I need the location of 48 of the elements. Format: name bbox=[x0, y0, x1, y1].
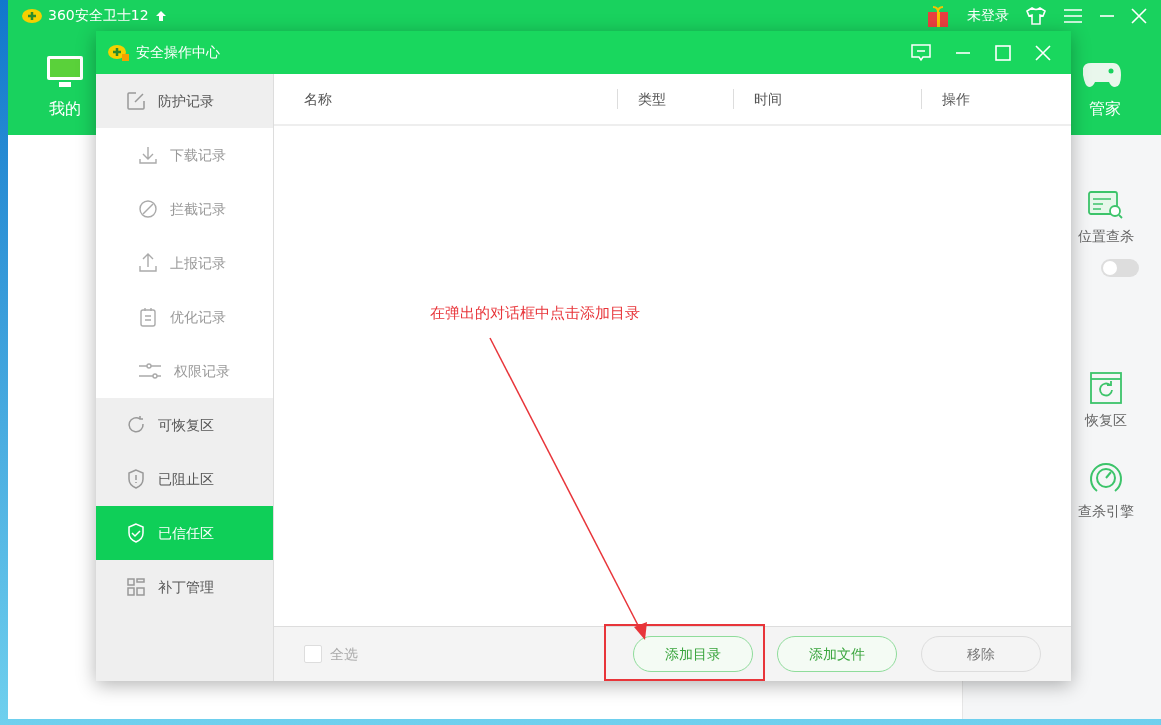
sidebar-item[interactable]: 补丁管理 bbox=[96, 560, 273, 614]
add-button[interactable]: 添加目录 bbox=[633, 636, 753, 672]
tshirt-icon[interactable] bbox=[1025, 5, 1047, 26]
app-title: 360安全卫士12 bbox=[48, 6, 149, 25]
sidebar-item[interactable]: 已阻止区 bbox=[96, 452, 273, 506]
shield-check-icon bbox=[126, 523, 146, 543]
edit-icon bbox=[126, 91, 146, 111]
tool-label[interactable]: 恢复区 bbox=[1085, 410, 1127, 431]
refresh-window-icon[interactable] bbox=[1090, 372, 1122, 404]
close-icon[interactable] bbox=[1035, 44, 1051, 61]
menu-icon[interactable] bbox=[1063, 7, 1083, 24]
column-header[interactable]: 操作 bbox=[922, 74, 1062, 124]
notepad-icon bbox=[138, 307, 158, 327]
column-header[interactable]: 类型 bbox=[618, 74, 733, 124]
remove-button[interactable]: 移除 bbox=[921, 636, 1041, 672]
sidebar-item[interactable]: 拦截记录 bbox=[96, 182, 273, 236]
feedback-icon[interactable] bbox=[911, 43, 931, 62]
download-icon bbox=[138, 145, 158, 165]
sidebar-item[interactable]: 权限记录 bbox=[96, 344, 273, 398]
dialog-title: 安全操作中心 bbox=[136, 43, 220, 62]
refresh-icon bbox=[126, 415, 146, 435]
select-all-checkbox[interactable]: 全选 bbox=[304, 643, 358, 665]
gauge-icon[interactable] bbox=[1089, 461, 1123, 495]
add-button[interactable]: 添加文件 bbox=[777, 636, 897, 672]
gift-icon[interactable] bbox=[925, 3, 951, 28]
shield-logo-icon bbox=[22, 7, 42, 24]
maximize-icon[interactable] bbox=[995, 44, 1011, 61]
close-icon[interactable] bbox=[1131, 7, 1147, 24]
block-icon bbox=[138, 199, 158, 219]
annotation-text: 在弹出的对话框中点击添加目录 bbox=[430, 303, 640, 324]
sidebar-item[interactable]: 可恢复区 bbox=[96, 398, 273, 452]
upgrade-arrow-icon[interactable] bbox=[154, 9, 167, 22]
column-header[interactable]: 名称 bbox=[274, 74, 617, 124]
shield-alert-icon bbox=[126, 469, 146, 489]
shield-logo-icon bbox=[108, 43, 130, 62]
column-header[interactable]: 时间 bbox=[734, 74, 921, 124]
screen-magnifier-icon[interactable] bbox=[1088, 190, 1124, 220]
tool-label[interactable]: 位置查杀 bbox=[1078, 226, 1134, 247]
sidebar-item[interactable]: 防护记录 bbox=[96, 74, 273, 128]
toggle-switch[interactable] bbox=[1101, 259, 1139, 277]
sidebar-item[interactable]: 优化记录 bbox=[96, 290, 273, 344]
tool-label[interactable]: 查杀引擎 bbox=[1078, 501, 1134, 522]
sidebar-item[interactable]: 下载记录 bbox=[96, 128, 273, 182]
monitor-icon[interactable] bbox=[46, 55, 84, 89]
grid-icon bbox=[126, 577, 146, 597]
sidebar-item[interactable]: 上报记录 bbox=[96, 236, 273, 290]
sliders-icon bbox=[138, 361, 162, 381]
upload-icon bbox=[138, 253, 158, 273]
